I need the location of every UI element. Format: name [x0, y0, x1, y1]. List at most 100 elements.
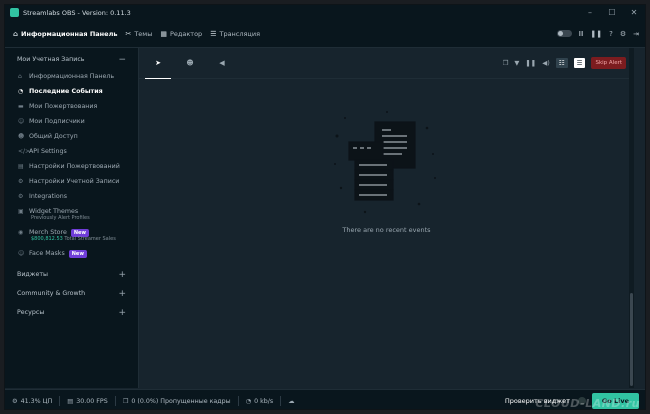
sidebar-item-dashboard[interactable]: ⌂ Информационная Панель — [5, 69, 138, 84]
night-mode-toggle[interactable] — [556, 30, 572, 37]
nav-dashboard[interactable]: ⌂ Информационная Панель — [13, 30, 117, 38]
recent-events-panel: ➤ ☻ ◀ ❐ ▼ ❚❚ ◀) ☷ ☰ Skip Alert There are… — [139, 48, 634, 388]
minimize-button[interactable]: – — [579, 5, 601, 20]
sidebar-item-label: Merch Store — [29, 229, 67, 236]
sidebar-item-account-settings[interactable]: ⚙ Настройки Учетной Записи — [5, 174, 138, 189]
app-window: Streamlabs OBS - Version: 0.11.3 – ☐ ✕ ⌂… — [4, 4, 646, 410]
bitrate-stat: ◔ 0 kb/s — [246, 398, 274, 405]
pause-queue-icon[interactable]: ❚❚ — [525, 59, 536, 67]
sidebar-item-label: Последние События — [29, 88, 103, 95]
sidebar-account-label: Мои Учетная Запись — [17, 56, 85, 63]
pause-icon[interactable]: ❚❚ — [590, 30, 602, 38]
volume-icon[interactable]: ◀) — [542, 59, 550, 67]
merch-sales-label: Total Streamer Sales — [64, 236, 116, 242]
tab-bot[interactable]: ☻ — [177, 48, 203, 78]
cloud-backup-icon[interactable]: ☁ — [288, 398, 297, 405]
widget-icon: ▣ — [18, 208, 24, 215]
widget-themes-subtitle: Previously Alert Profiles — [31, 215, 90, 221]
sidebar: Мои Учетная Запись − ⌂ Информационная Пан… — [5, 48, 139, 388]
expand-icon[interactable]: + — [118, 289, 126, 299]
compact-view-icon[interactable]: ☰ — [573, 58, 586, 68]
layout-icon[interactable]: Ⅲ — [579, 30, 584, 38]
mask-icon: ☺ — [18, 250, 25, 257]
sidebar-section-label: Виджеты — [17, 271, 48, 278]
frames-icon: ❐ — [122, 397, 129, 405]
close-button[interactable]: ✕ — [623, 5, 645, 20]
tab-announcements[interactable]: ◀ — [209, 48, 235, 78]
collapse-icon[interactable]: − — [118, 55, 126, 65]
title-bar: Streamlabs OBS - Version: 0.11.3 – ☐ ✕ — [5, 5, 645, 20]
new-badge: New — [68, 249, 87, 258]
bitrate-value: 0 kb/s — [254, 397, 274, 405]
send-icon: ➤ — [155, 58, 161, 67]
dropped-frames-value: 0 (0.0%) Пропущенные кадры — [131, 397, 231, 405]
help-icon[interactable]: ? — [609, 30, 613, 38]
studio-icon: ▦ — [160, 29, 167, 38]
speedometer-icon: ◔ — [245, 397, 252, 405]
sidebar-item-label: Widget Themes — [29, 208, 79, 215]
gear-icon: ⚙ — [18, 178, 24, 185]
sidebar-item-api-settings[interactable]: </> API Settings — [5, 144, 138, 159]
logout-icon[interactable]: ⇥ — [633, 30, 639, 38]
sidebar-item-label: Face Masks — [29, 250, 65, 257]
watermark-logo: CLOUD-LAND.ru — [535, 397, 640, 410]
cpu-value: 41.3% ЦП — [20, 397, 53, 405]
donation-icon: ▬ — [18, 103, 24, 110]
nav-dashboard-label: Информационная Панель — [21, 29, 118, 38]
sidebar-section-label: Community & Growth — [17, 290, 86, 297]
home-icon: ⌂ — [13, 29, 19, 38]
sidebar-section-widgets[interactable]: Виджеты + — [5, 265, 138, 284]
share-icon: ☻ — [18, 133, 25, 140]
nav-live-label: Трансляция — [219, 29, 260, 38]
list-view-icon[interactable]: ☷ — [555, 58, 568, 68]
nav-editor-label: Редактор — [169, 29, 203, 38]
sidebar-item-label: Мои Подписчики — [29, 118, 85, 125]
nav-themes[interactable]: ✂ Темы — [125, 30, 152, 38]
sidebar-account-header[interactable]: Мои Учетная Запись − — [5, 53, 138, 66]
sidebar-item-label: Настройки Учетной Записи — [29, 178, 120, 185]
sidebar-item-subscribers[interactable]: ☺ Мои Подписчики — [5, 114, 138, 129]
sidebar-section-label: Ресурсы — [17, 309, 45, 316]
expand-icon[interactable]: + — [118, 308, 126, 318]
fps-value: 30.00 FPS — [76, 397, 108, 405]
sliders-icon: ▤ — [18, 163, 24, 170]
nav-editor[interactable]: ▦ Редактор — [160, 30, 202, 38]
live-icon: ☰ — [210, 29, 217, 38]
filter-icon[interactable]: ▼ — [514, 59, 519, 67]
tab-alerts[interactable]: ➤ — [145, 48, 171, 79]
sidebar-item-label: Мои Пожертвования — [29, 103, 98, 110]
empty-state-illustration — [139, 108, 634, 222]
users-icon: ☺ — [18, 118, 25, 125]
popout-icon[interactable]: ❐ — [503, 59, 509, 67]
sidebar-section-resources[interactable]: Ресурсы + — [5, 303, 138, 322]
nav-live[interactable]: ☰ Трансляция — [210, 30, 260, 38]
sidebar-item-recent-events[interactable]: ◔ Последние События — [5, 84, 138, 99]
expand-icon[interactable]: + — [118, 270, 126, 280]
clock-icon: ◔ — [18, 88, 24, 95]
sidebar-item-label: Информационная Панель — [29, 73, 115, 80]
app-logo-icon — [10, 8, 19, 17]
sidebar-item-shared-access[interactable]: ☻ Общий Доступ — [5, 129, 138, 144]
window-title: Streamlabs OBS - Version: 0.11.3 — [23, 8, 131, 17]
sidebar-section-community[interactable]: Community & Growth + — [5, 284, 138, 303]
sidebar-item-donation-settings[interactable]: ▤ Настройки Пожертвований — [5, 159, 138, 174]
sidebar-item-label: Общий Доступ — [29, 133, 78, 140]
skip-alert-button[interactable]: Skip Alert — [591, 57, 626, 69]
settings-icon[interactable]: ⚙ — [620, 30, 626, 38]
home-icon: ⌂ — [18, 73, 22, 80]
cart-icon: ◉ — [18, 229, 24, 236]
sidebar-item-face-masks[interactable]: ☺ Face Masks New — [5, 246, 138, 261]
fps-stat: ▤ 30.00 FPS — [67, 398, 107, 405]
top-navigation: ⌂ Информационная Панель ✂ Темы ▦ Редакто… — [5, 20, 645, 48]
sidebar-item-donations[interactable]: ▬ Мои Пожертвования — [5, 99, 138, 114]
events-toolbar: ➤ ☻ ◀ ❐ ▼ ❚❚ ◀) ☷ ☰ Skip Alert — [139, 48, 634, 79]
sidebar-item-integrations[interactable]: ⚙ Integrations — [5, 189, 138, 204]
nav-themes-label: Темы — [134, 29, 153, 38]
dropped-frames-stat: ❐ 0 (0.0%) Пропущенные кадры — [123, 398, 231, 405]
sidebar-item-label: Integrations — [29, 193, 67, 200]
scrollbar-thumb[interactable] — [630, 293, 633, 386]
bot-icon: ☻ — [186, 59, 194, 67]
scrollbar[interactable] — [629, 48, 634, 388]
sidebar-item-label: Настройки Пожертвований — [29, 163, 120, 170]
maximize-button[interactable]: ☐ — [601, 5, 623, 20]
